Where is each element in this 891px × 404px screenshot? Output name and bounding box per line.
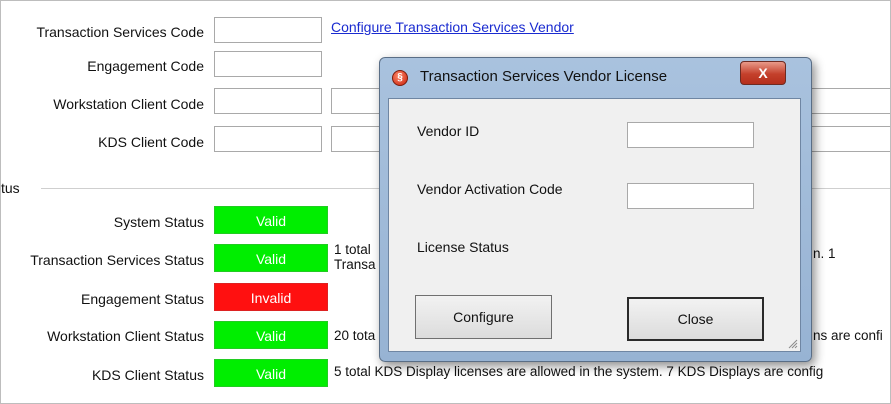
app-icon: § [392, 70, 408, 86]
transaction-services-code-label: Transaction Services Code [36, 24, 204, 40]
kds-client-status-badge: Valid [214, 359, 328, 387]
vendor-id-label: Vendor ID [417, 123, 480, 139]
transaction-services-desc-line2: Transa [334, 257, 376, 272]
transaction-services-status-label: Transaction Services Status [30, 252, 204, 268]
engagement-status-badge: Invalid [214, 283, 328, 311]
kds-client-desc: 5 total KDS Display licenses are allowed… [334, 364, 824, 379]
close-button[interactable]: Close [627, 297, 764, 341]
vendor-activation-code-input[interactable] [627, 183, 754, 209]
vendor-license-dialog: § Transaction Services Vendor License X … [379, 57, 812, 362]
transaction-services-desc-line1: 1 total [334, 242, 371, 257]
resize-grip-icon[interactable] [786, 337, 798, 349]
kds-client-status-label: KDS Client Status [91, 367, 204, 383]
workstation-client-status-badge: Valid [214, 321, 328, 349]
workstation-client-desc-tail: ns are confi [813, 328, 883, 343]
kds-client-code-label: KDS Client Code [98, 134, 204, 150]
workstation-client-code-label: Workstation Client Code [53, 96, 204, 112]
transaction-services-desc-tail: n. 1 [813, 246, 836, 261]
configure-vendor-link[interactable]: Configure Transaction Services Vendor [331, 19, 574, 35]
license-status-label: License Status [417, 239, 509, 255]
workstation-client-code-input[interactable] [214, 88, 322, 114]
kds-client-code-input[interactable] [214, 126, 322, 152]
engagement-status-label: Engagement Status [81, 291, 204, 307]
workstation-client-desc: 20 tota [334, 328, 376, 343]
close-icon[interactable]: X [740, 61, 786, 85]
workstation-client-status-label: Workstation Client Status [47, 328, 204, 344]
vendor-id-input[interactable] [627, 122, 754, 148]
workstation-client-code-input-3[interactable] [801, 88, 890, 114]
dialog-content: Vendor ID Vendor Activation Code License… [388, 98, 801, 352]
kds-client-code-input-3[interactable] [801, 126, 890, 152]
transaction-services-code-input[interactable] [214, 17, 322, 43]
configure-button[interactable]: Configure [415, 295, 552, 339]
system-status-label: System Status [113, 214, 204, 230]
system-status-badge: Valid [214, 206, 328, 234]
dialog-title: Transaction Services Vendor License [420, 68, 668, 85]
vendor-activation-code-label: Vendor Activation Code [417, 181, 563, 197]
engagement-code-label: Engagement Code [87, 58, 204, 74]
license-settings-panel: Transaction Services Code Configure Tran… [0, 0, 891, 404]
status-group-title: tus [1, 180, 24, 196]
transaction-services-status-badge: Valid [214, 244, 328, 272]
engagement-code-input[interactable] [214, 51, 322, 77]
